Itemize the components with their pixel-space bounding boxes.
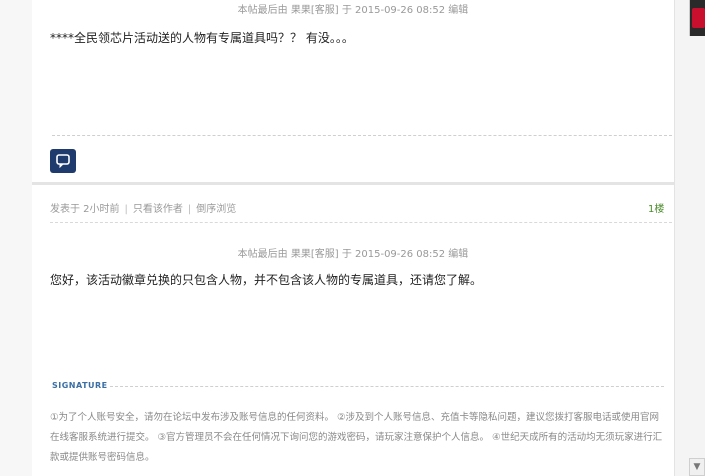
meta-separator: | [124, 204, 128, 215]
floor-number[interactable]: 1楼 [648, 200, 664, 215]
post2-edit-note: 本帖最后由 果果[客服] 于 2015-09-26 08:52 编辑 [237, 249, 469, 260]
only-author-link[interactable]: 只看该作者 [133, 204, 183, 215]
meta-divider [50, 222, 672, 223]
post1-content: ****全民领芯片活动送的人物有专属道具吗？？ 有没。。。 [50, 31, 354, 45]
post1-divider [52, 135, 672, 136]
post1-edit-note: 本帖最后由 果果[客服] 于 2015-09-26 08:52 编辑 [237, 5, 469, 16]
signature-divider [110, 386, 664, 387]
reverse-order-link[interactable]: 倒序浏览 [196, 204, 236, 215]
post2-meta: 发表于 2小时前 | 只看该作者 | 倒序浏览 [50, 200, 236, 215]
post2-content: 您好，该活动徽章兑换的只包含人物，并不包含该人物的专属道具，还请您了解。 [50, 273, 483, 287]
signature-text: ①为了个人账号安全，请勿在论坛中发布涉及账号信息的任何资料。 ②涉及到个人账号信… [50, 412, 663, 463]
reply-button[interactable] [50, 149, 76, 173]
post-column [0, 0, 674, 476]
thumbnail-image [692, 8, 705, 28]
right-sidebar [674, 0, 705, 476]
post-time: 发表于 2小时前 [50, 204, 120, 215]
post-separator [32, 182, 674, 185]
meta-separator: | [187, 204, 192, 215]
scroll-down-arrow[interactable]: ▼ [689, 458, 705, 476]
signature-label: SIGNATURE [52, 381, 108, 390]
left-margin [0, 0, 32, 476]
